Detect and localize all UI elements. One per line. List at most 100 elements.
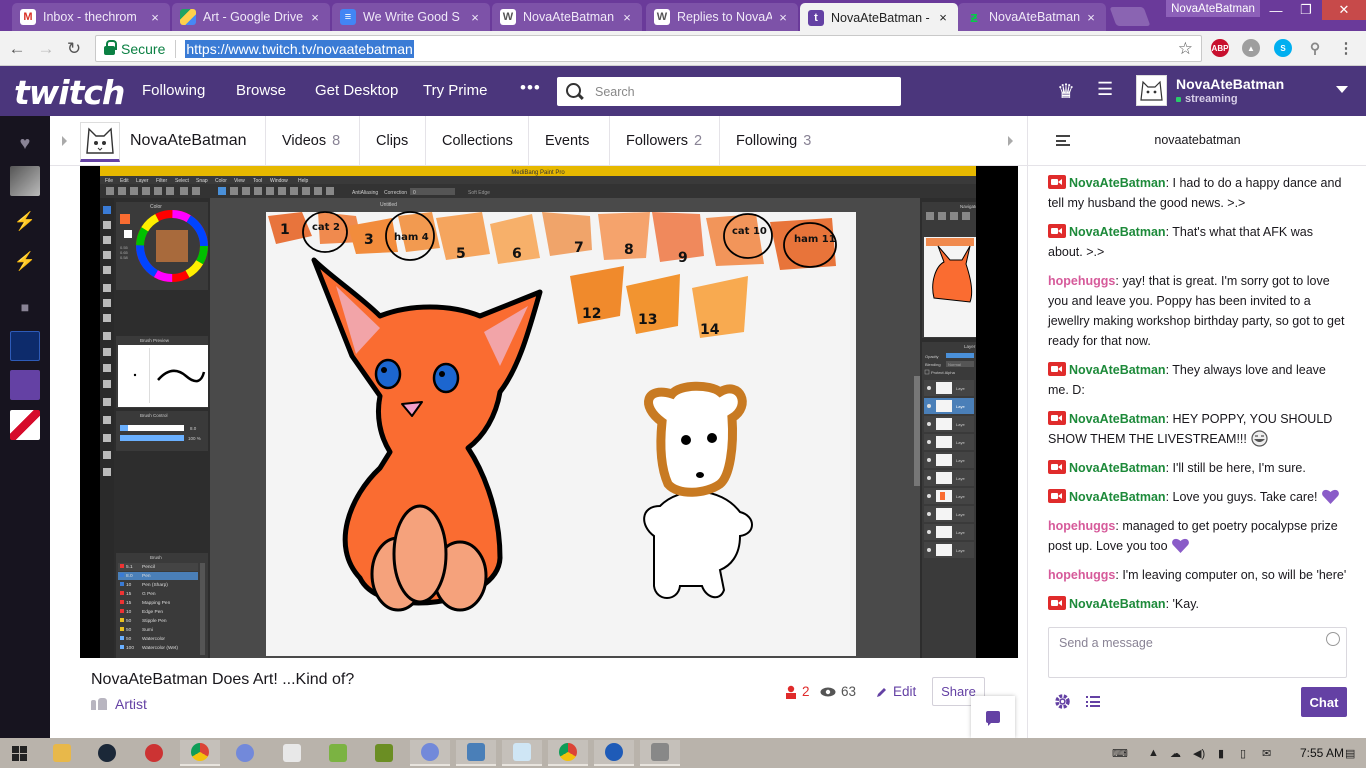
tab-events[interactable]: Events: [528, 116, 609, 166]
avatar[interactable]: [1136, 75, 1167, 106]
tab-deviantart[interactable]: ƶ NovaAteBatman ( ×: [958, 3, 1106, 31]
tab-followers[interactable]: Followers 2: [609, 116, 719, 166]
layer-name[interactable]: Laye: [956, 422, 965, 427]
discord-icon[interactable]: [410, 740, 450, 766]
blending-value[interactable]: Normal: [948, 362, 961, 367]
video-camera-icon[interactable]: ■: [10, 292, 40, 322]
toolbar-antialias[interactable]: AntiAliasing: [352, 190, 378, 196]
brush-name[interactable]: Mapping Pen: [142, 600, 171, 606]
tab-collections[interactable]: Collections: [425, 116, 528, 166]
brush-name[interactable]: Watercolor (Wet): [142, 645, 178, 651]
chrome-menu-icon[interactable]: ⋮: [1337, 39, 1355, 57]
layer-name[interactable]: Laye: [956, 458, 965, 463]
nav-get-desktop[interactable]: Get Desktop: [315, 82, 398, 99]
close-icon[interactable]: ×: [148, 10, 162, 25]
channel-name[interactable]: NovaAteBatman: [130, 132, 247, 150]
window-close-icon[interactable]: ✕: [1322, 0, 1366, 20]
reload-icon[interactable]: ↻: [63, 38, 85, 60]
layer-name[interactable]: Laye: [956, 530, 965, 535]
paint-icon[interactable]: [318, 740, 358, 766]
brush-name[interactable]: Pen (Sharp): [142, 582, 168, 588]
skype-icon[interactable]: S: [1274, 39, 1292, 57]
tab-videos[interactable]: Videos 8: [265, 116, 365, 166]
minecraft-icon[interactable]: [364, 740, 404, 766]
chat-username[interactable]: NovaAteBatman: [1069, 490, 1166, 504]
battery-icon[interactable]: ▯: [1240, 747, 1246, 760]
network-icon[interactable]: ▮: [1218, 747, 1224, 760]
toolbar-soft-edge[interactable]: Soft Edge: [468, 190, 490, 196]
forward-icon[interactable]: →: [35, 38, 57, 60]
layer-name[interactable]: Laye: [956, 494, 965, 499]
chat-username[interactable]: hopehuggs: [1048, 519, 1115, 533]
file-explorer-icon[interactable]: [42, 740, 82, 766]
steam-icon[interactable]: [87, 740, 127, 766]
keyboard-icon[interactable]: ⌨: [1112, 747, 1128, 760]
notepad-icon[interactable]: [502, 740, 542, 766]
viewer-list-icon[interactable]: [1086, 696, 1100, 708]
chrome-icon[interactable]: [180, 740, 220, 766]
video-player[interactable]: MediBang Paint Pro File Edit Layer Filte…: [80, 166, 1018, 658]
chat-input[interactable]: Send a message: [1048, 627, 1347, 678]
close-icon[interactable]: ×: [1084, 10, 1098, 25]
followed-channel-twitch[interactable]: [10, 370, 40, 400]
menu-item[interactable]: Filter: [156, 178, 167, 184]
tray-expand-icon[interactable]: ▲: [1148, 747, 1159, 759]
notepad-icon[interactable]: [272, 740, 312, 766]
toolbar-correction[interactable]: Correction: [384, 190, 407, 196]
tab-gmail[interactable]: M Inbox - thechrom ×: [12, 3, 170, 31]
cloud-icon[interactable]: ☁: [1170, 747, 1181, 760]
followed-channel-1[interactable]: [10, 166, 40, 196]
clock[interactable]: 7:55 AM: [1300, 746, 1344, 760]
discord-icon[interactable]: [225, 740, 265, 766]
game-link[interactable]: Artist: [91, 696, 147, 712]
menu-item[interactable]: File: [105, 178, 113, 184]
layer-name[interactable]: Laye: [956, 440, 965, 445]
popout-chat-button[interactable]: [971, 696, 1015, 738]
edit-button[interactable]: Edit: [876, 684, 916, 699]
tab-wordpress-1[interactable]: W NovaAteBatman ( ×: [492, 3, 642, 31]
drawing-canvas[interactable]: [266, 212, 856, 656]
chat-username[interactable]: NovaAteBatman: [1069, 176, 1166, 190]
brush-name[interactable]: Stipple Pen: [142, 618, 167, 624]
tab-google-drive[interactable]: Art - Google Drive ×: [172, 3, 330, 31]
chat-username[interactable]: hopehuggs: [1048, 274, 1115, 288]
layer-name[interactable]: Laye: [956, 386, 965, 391]
menu-item[interactable]: View: [234, 178, 245, 184]
secure-indicator[interactable]: Secure: [104, 40, 165, 57]
bookmark-star-icon[interactable]: ☆: [1178, 39, 1193, 59]
menu-item[interactable]: Help: [298, 178, 309, 184]
paint-icon[interactable]: [456, 740, 496, 766]
close-icon[interactable]: ×: [776, 10, 790, 25]
brush-name[interactable]: Sumi: [142, 627, 153, 633]
followed-channel-redbull[interactable]: [10, 410, 40, 440]
drive-icon[interactable]: ▲: [1242, 39, 1260, 57]
crown-icon[interactable]: ♛: [1057, 79, 1075, 104]
tab-google-docs[interactable]: ≡ We Write Good S ×: [332, 3, 490, 31]
user-name[interactable]: NovaAteBatman: [1176, 76, 1284, 92]
tab-clips[interactable]: Clips: [359, 116, 425, 166]
close-icon[interactable]: ×: [936, 10, 950, 25]
menu-item[interactable]: Edit: [120, 178, 129, 184]
medibang-icon[interactable]: [594, 740, 634, 766]
scroll-right-icon[interactable]: [1008, 136, 1013, 146]
whispers-icon[interactable]: ☰: [1097, 79, 1113, 100]
close-icon[interactable]: ×: [308, 10, 322, 25]
notification-icon[interactable]: ✉: [1262, 747, 1271, 760]
windows-start-icon[interactable]: [12, 746, 27, 761]
lightning-icon[interactable]: ⚡: [10, 206, 40, 236]
app-icon[interactable]: [134, 740, 174, 766]
chrome-icon[interactable]: [548, 740, 588, 766]
layer-name[interactable]: Laye: [956, 476, 965, 481]
chat-username[interactable]: NovaAteBatman: [1069, 363, 1166, 377]
followed-channel-hgc[interactable]: [10, 331, 40, 361]
address-bar[interactable]: Secure https://www.twitch.tv/novaatebatm…: [95, 35, 1202, 62]
lightning-icon[interactable]: ⚡: [10, 246, 40, 276]
gear-icon[interactable]: [1054, 693, 1071, 710]
menu-item[interactable]: Snap: [196, 178, 208, 184]
close-icon[interactable]: ×: [620, 10, 634, 25]
menu-item[interactable]: Select: [175, 178, 190, 184]
tab-following[interactable]: Following 3: [719, 116, 829, 166]
chevron-down-icon[interactable]: [1336, 86, 1348, 93]
back-icon[interactable]: ←: [6, 38, 28, 60]
brush-name[interactable]: Watercolor: [142, 636, 165, 642]
